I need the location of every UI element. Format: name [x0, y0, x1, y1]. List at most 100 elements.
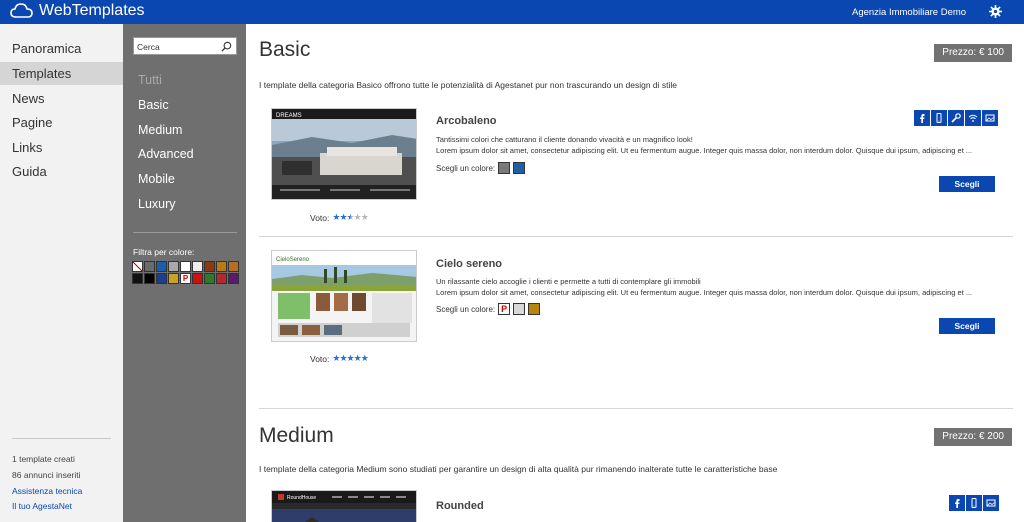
price-badge-medium: Prezzo: € 200 [934, 428, 1012, 446]
search-box [133, 37, 237, 55]
category-mobile[interactable]: Mobile [138, 172, 175, 186]
category-tutti[interactable]: Tutti [138, 73, 162, 87]
vote-arcobaleno: Voto: ★★★★★ [310, 212, 369, 223]
category-panel: Tutti Basic Medium Advanced Mobile Luxur… [123, 24, 246, 522]
mobile-icon [966, 495, 982, 511]
color-filter-grid: P [132, 261, 240, 285]
template-desc-cielo-sereno: Un rilassante cielo accoglie i clienti e… [436, 277, 701, 286]
color-option[interactable] [498, 162, 511, 174]
color-filter-swatch[interactable] [228, 261, 239, 272]
color-filter-swatch[interactable] [216, 273, 227, 284]
nav-item-news[interactable]: News [0, 87, 123, 110]
brand-name: WebTemplates [39, 2, 145, 19]
nav-item-templates[interactable]: Templates [0, 62, 123, 85]
search-input[interactable] [137, 40, 217, 53]
star-icon[interactable]: ★ [361, 353, 369, 363]
thumb-logo-arcobaleno: DREAMS [276, 113, 302, 119]
nav-item-guida[interactable]: Guida [0, 160, 123, 183]
star-icon[interactable]: ★ [354, 212, 362, 222]
color-option[interactable] [513, 162, 526, 174]
nav-item-links[interactable]: Links [0, 136, 123, 159]
color-choice-label: Scegli un colore: [436, 304, 496, 314]
wrench-icon [948, 110, 964, 126]
price-badge-basic: Prezzo: € 100 [934, 44, 1012, 62]
color-filter-swatch[interactable] [156, 273, 167, 284]
category-luxury[interactable]: Luxury [138, 197, 176, 211]
main-content: Basic Prezzo: € 100 I template della cat… [246, 24, 1024, 522]
support-link[interactable]: Assistenza tecnica [12, 486, 82, 496]
color-filter-swatch[interactable] [144, 273, 155, 284]
category-advanced[interactable]: Advanced [138, 147, 194, 161]
template-thumbnail-rounded[interactable]: RoundHouse [271, 490, 417, 522]
left-nav: Panoramica Templates News Pagine Links G… [0, 24, 123, 522]
nav-item-pagine[interactable]: Pagine [0, 111, 123, 134]
star-icon[interactable]: ★ [347, 353, 355, 363]
template-name-rounded[interactable]: Rounded [436, 500, 484, 512]
template-desc-arcobaleno: Tantissimi colori che catturano il clien… [436, 135, 693, 144]
template-thumbnail-cielo-sereno[interactable]: CieloSereno [271, 250, 417, 342]
top-bar: WebTemplates Agenzia Immobiliare Demo [0, 0, 1024, 24]
image-icon [982, 110, 998, 126]
color-filter-swatch[interactable] [180, 261, 191, 272]
facebook-icon [949, 495, 965, 511]
color-filter-swatch[interactable] [156, 261, 167, 272]
color-filter-swatch[interactable] [204, 261, 215, 272]
star-icon[interactable]: ★ [339, 212, 347, 222]
template-lorem-arcobaleno: Lorem ipsum dolor sit amet, consectetur … [436, 146, 973, 155]
section-title-medium: Medium [259, 424, 334, 447]
star-icon[interactable]: ★ [347, 212, 355, 222]
template-divider [259, 236, 1013, 237]
vote-cielo-sereno: Voto: ★★★★★ [310, 353, 369, 364]
brand[interactable]: WebTemplates [10, 2, 145, 20]
color-filter-swatch[interactable] [144, 261, 155, 272]
category-separator [133, 232, 237, 233]
image-icon [983, 495, 999, 511]
color-filter-swatch[interactable] [132, 273, 143, 284]
color-filter-swatch[interactable] [168, 261, 179, 272]
color-choice-label: Scegli un colore: [436, 163, 496, 173]
color-filter-swatch[interactable] [216, 261, 227, 272]
thumb-logo-cielo-sereno: CieloSereno [276, 257, 310, 263]
color-filter-swatch[interactable] [192, 273, 203, 284]
agency-name[interactable]: Agenzia Immobiliare Demo [852, 7, 966, 18]
star-icon[interactable]: ★ [361, 212, 369, 222]
template-lorem-cielo-sereno: Lorem ipsum dolor sit amet, consectetur … [436, 288, 973, 297]
vote-label: Voto: [310, 212, 330, 223]
gear-icon[interactable] [989, 5, 1002, 18]
star-icon[interactable]: ★ [339, 353, 347, 363]
nav-divider [12, 438, 111, 439]
account-link[interactable]: Il tuo AgestaNet [12, 501, 72, 511]
star-rating-arcobaleno[interactable]: ★★★★★ [332, 212, 369, 223]
color-option[interactable] [513, 303, 526, 315]
category-medium[interactable]: Medium [138, 123, 182, 137]
color-choice-arcobaleno: Scegli un colore: [436, 162, 526, 174]
template-name-cielo-sereno[interactable]: Cielo sereno [436, 258, 502, 270]
section-desc-medium: I template della categoria Medium sono s… [259, 464, 778, 474]
facebook-icon [914, 110, 930, 126]
nav-item-panoramica[interactable]: Panoramica [0, 37, 123, 60]
mobile-icon [931, 110, 947, 126]
star-rating-cielo-sereno[interactable]: ★★★★★ [332, 353, 369, 364]
vote-label: Voto: [310, 353, 330, 364]
section-divider [259, 408, 1013, 409]
search-icon[interactable] [221, 41, 232, 52]
color-option[interactable] [528, 303, 541, 315]
star-icon[interactable]: ★ [354, 353, 362, 363]
color-option[interactable]: P [498, 303, 511, 315]
choose-button-cielo-sereno[interactable]: Scegli [939, 318, 995, 334]
choose-button-arcobaleno[interactable]: Scegli [939, 176, 995, 192]
section-desc-basic: I template della categoria Basico offron… [259, 80, 678, 90]
color-filter-swatch[interactable] [228, 273, 239, 284]
thumb-logo-rounded: RoundHouse [287, 495, 316, 501]
ads-inserted-count: 86 annunci inseriti [12, 470, 81, 480]
color-filter-swatch[interactable]: P [180, 273, 191, 284]
color-filter-swatch[interactable] [168, 273, 179, 284]
color-filter-swatch[interactable] [132, 261, 143, 272]
color-filter-swatch[interactable] [192, 261, 203, 272]
template-name-arcobaleno[interactable]: Arcobaleno [436, 115, 497, 127]
color-choice-cielo-sereno: Scegli un colore: P [436, 303, 541, 315]
category-basic[interactable]: Basic [138, 98, 169, 112]
template-thumbnail-arcobaleno[interactable]: DREAMS [271, 108, 417, 200]
feature-icons-rounded [949, 495, 999, 511]
color-filter-swatch[interactable] [204, 273, 215, 284]
